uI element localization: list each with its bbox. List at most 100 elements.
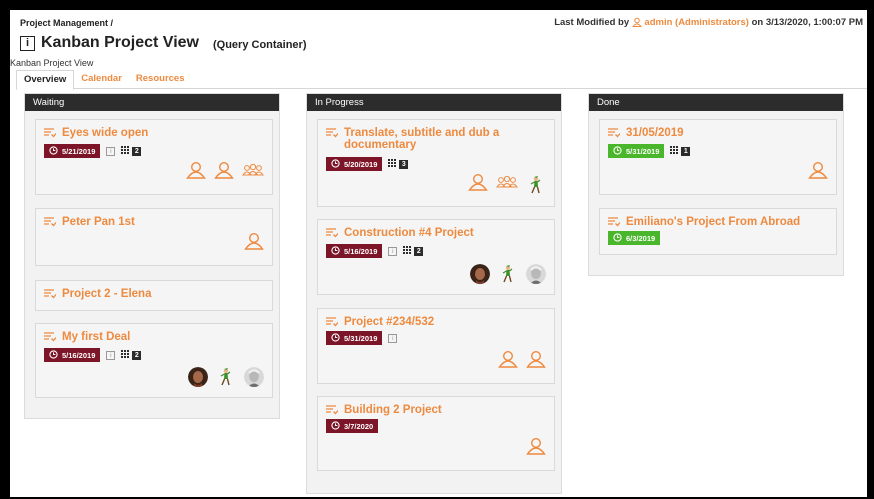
kanban-card[interactable]: Peter Pan 1st	[35, 208, 273, 266]
user-outline-icon[interactable]	[526, 437, 546, 460]
card-meta: 3/7/2020	[326, 419, 379, 433]
card-title[interactable]: 31/05/2019	[608, 127, 828, 141]
avatar-old-man[interactable]	[526, 264, 546, 284]
clock-icon	[613, 145, 622, 157]
due-date-badge: 6/3/2019	[608, 231, 661, 245]
card-assignees	[470, 264, 546, 284]
kanban-card[interactable]: Project #234/532 5/31/2019 i	[317, 308, 555, 384]
card-title-text[interactable]: Project 2 - Elena	[62, 288, 151, 302]
kanban-column-in-progress: In Progress Translate, subtitle and dub a…	[306, 93, 562, 494]
card-title-text[interactable]: Translate, subtitle and dub a documentar…	[344, 127, 546, 151]
card-title[interactable]: Construction #4 Project	[326, 227, 546, 241]
clock-icon	[331, 158, 340, 170]
avatar-elf[interactable]	[526, 175, 546, 195]
tab-overview[interactable]: Overview	[16, 70, 75, 90]
avatar-elf[interactable]	[216, 367, 236, 387]
info-icon[interactable]: i	[106, 350, 116, 360]
kanban-card[interactable]: Building 2 Project 3/7/2020	[317, 396, 555, 471]
info-icon[interactable]: i	[388, 246, 398, 256]
card-assignees	[186, 161, 264, 184]
column-header: Done	[589, 94, 843, 111]
kanban-card[interactable]: Eyes wide open 5/21/2019 i 2	[35, 119, 273, 195]
task-count[interactable]: 2	[403, 242, 424, 260]
kanban-card[interactable]: My first Deal 5/16/2019 i 2	[35, 323, 273, 398]
user-outline-icon[interactable]	[186, 161, 206, 184]
user-icon	[631, 17, 642, 27]
grid-icon	[670, 142, 679, 160]
card-title[interactable]: Project #234/532	[326, 316, 546, 330]
last-modified: Last Modified by admin (Administrators) …	[554, 17, 863, 28]
task-count-value: 2	[132, 350, 142, 360]
task-count[interactable]: 3	[388, 155, 409, 173]
column-header: In Progress	[307, 94, 561, 111]
card-title-text[interactable]: Eyes wide open	[62, 127, 148, 141]
card-meta: 5/16/2019 i 2	[326, 242, 424, 260]
due-date: 6/3/2019	[626, 233, 656, 243]
kanban-card[interactable]: Translate, subtitle and dub a documentar…	[317, 119, 555, 207]
due-date: 3/7/2020	[344, 421, 374, 431]
card-title[interactable]: Translate, subtitle and dub a documentar…	[326, 127, 546, 151]
user-outline-icon[interactable]	[244, 232, 264, 255]
card-title[interactable]: Project 2 - Elena	[44, 288, 264, 302]
task-count[interactable]: 1	[670, 142, 691, 160]
card-title[interactable]: Peter Pan 1st	[44, 216, 264, 230]
user-outline-icon[interactable]	[498, 350, 518, 373]
task-count[interactable]: 2	[121, 142, 142, 160]
breadcrumb[interactable]: Project Management /	[20, 18, 113, 28]
kanban-card[interactable]: Project 2 - Elena	[35, 280, 273, 311]
user-outline-icon[interactable]	[214, 161, 234, 184]
card-title-text[interactable]: Peter Pan 1st	[62, 216, 135, 230]
modified-by-user-link[interactable]: admin (Administrators)	[631, 17, 752, 28]
group-icon[interactable]	[496, 175, 518, 194]
user-outline-icon[interactable]	[526, 350, 546, 373]
card-title[interactable]: Building 2 Project	[326, 404, 546, 418]
modified-by-user[interactable]: admin (Administrators)	[644, 17, 749, 28]
tab-resources[interactable]: Resources	[129, 70, 192, 88]
card-meta: 5/31/2019 i	[326, 331, 398, 345]
grid-icon	[403, 242, 412, 260]
avatar-woman[interactable]	[188, 367, 208, 387]
clock-icon	[49, 349, 58, 361]
card-title-text[interactable]: Emiliano's Project From Abroad	[626, 216, 800, 230]
tab-calendar[interactable]: Calendar	[74, 70, 129, 88]
last-modified-suffix: on 3/13/2020, 1:00:07 PM	[751, 17, 863, 28]
info-icon[interactable]: i	[20, 35, 35, 51]
task-list-icon	[44, 332, 57, 345]
due-date-badge: 5/16/2019	[44, 348, 101, 362]
task-list-icon	[326, 228, 339, 241]
due-date: 5/21/2019	[62, 146, 96, 156]
card-title-text[interactable]: Project #234/532	[344, 316, 434, 330]
card-title[interactable]: Emiliano's Project From Abroad	[608, 216, 828, 230]
task-count[interactable]: 2	[121, 346, 142, 364]
card-title-text[interactable]: My first Deal	[62, 331, 130, 345]
card-title[interactable]: My first Deal	[44, 331, 264, 345]
card-title-text[interactable]: Construction #4 Project	[344, 227, 474, 241]
info-icon[interactable]: i	[388, 333, 398, 343]
kanban-card[interactable]: Construction #4 Project 5/16/2019 i 2	[317, 219, 555, 295]
due-date: 5/16/2019	[344, 246, 378, 256]
card-assignees	[526, 437, 546, 460]
kanban-card[interactable]: 31/05/2019 5/31/2019 1	[599, 119, 837, 195]
info-icon[interactable]: i	[106, 146, 116, 156]
due-date-badge: 5/31/2019	[608, 144, 665, 158]
title-row: i Kanban Project View (Query Container)	[20, 34, 307, 52]
user-outline-icon[interactable]	[468, 173, 488, 196]
clock-icon	[331, 332, 340, 344]
card-assignees	[468, 173, 546, 196]
card-title-text[interactable]: Building 2 Project	[344, 404, 442, 418]
card-title-text[interactable]: 31/05/2019	[626, 127, 684, 141]
avatar-old-man[interactable]	[244, 367, 264, 387]
page-title: Kanban Project View	[41, 34, 199, 51]
task-count-value: 2	[132, 146, 142, 156]
task-count-value: 3	[399, 159, 409, 169]
task-list-icon	[608, 217, 621, 230]
task-list-icon	[44, 128, 57, 141]
user-outline-icon[interactable]	[808, 161, 828, 184]
kanban-card[interactable]: Emiliano's Project From Abroad 6/3/2019	[599, 208, 837, 255]
card-title[interactable]: Eyes wide open	[44, 127, 264, 141]
view-label: Kanban Project View	[10, 58, 94, 68]
avatar-elf[interactable]	[498, 264, 518, 284]
due-date-badge: 5/16/2019	[326, 244, 383, 258]
group-icon[interactable]	[242, 163, 264, 182]
avatar-woman[interactable]	[470, 264, 490, 284]
